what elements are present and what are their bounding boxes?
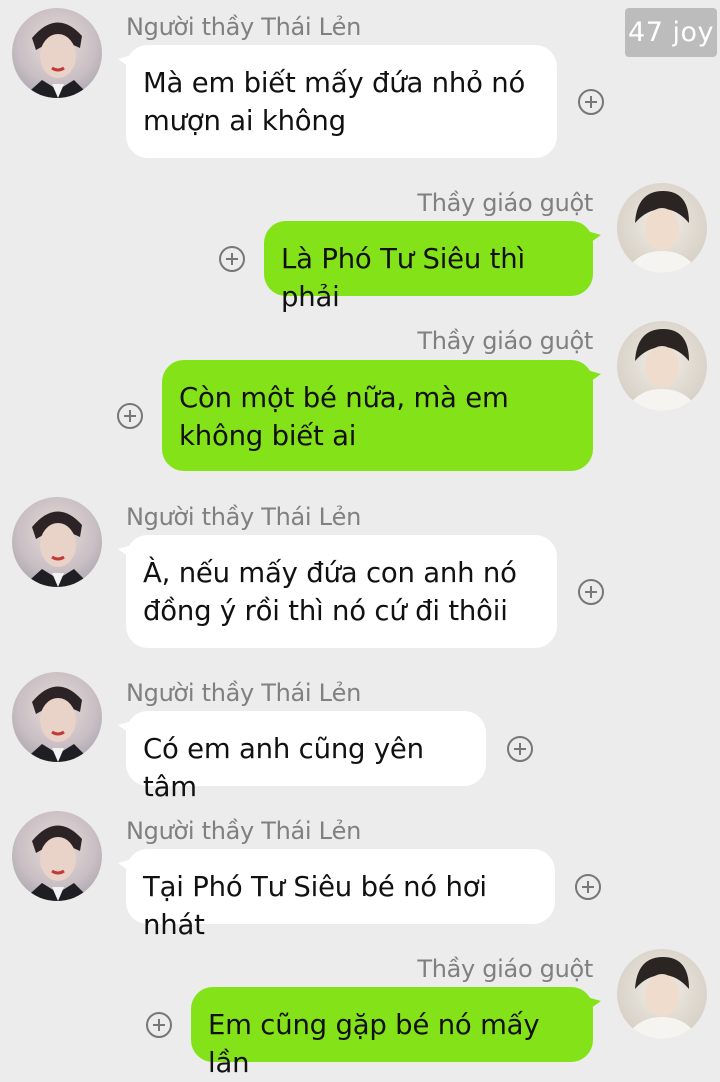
- message-bubble[interactable]: À, nếu mấy đứa con anh nó đồng ý rồi thì…: [118, 535, 557, 648]
- message-bubble[interactable]: Em cũng gặp bé nó mấy lần: [191, 987, 601, 1079]
- avatar-young-man-icon: [625, 329, 699, 411]
- avatar-young-man-icon: [625, 957, 699, 1039]
- sender-name: Người thầy Thái Lẻn: [126, 13, 362, 41]
- add-reaction-icon[interactable]: [575, 874, 601, 900]
- avatar[interactable]: [12, 8, 102, 98]
- message-bubble[interactable]: Mà em biết mấy đứa nhỏ nó mượn ai không: [118, 45, 557, 158]
- avatar[interactable]: [617, 183, 707, 273]
- avatar-man-icon: [22, 22, 92, 98]
- sender-name: Thầy giáo guột: [417, 189, 593, 217]
- add-reaction-icon[interactable]: [146, 1012, 172, 1038]
- watermark-badge: 47 joy: [625, 8, 717, 57]
- avatar[interactable]: [12, 497, 102, 587]
- avatar[interactable]: [617, 321, 707, 411]
- add-reaction-icon[interactable]: [507, 736, 533, 762]
- sender-name: Người thầy Thái Lẻn: [126, 503, 362, 531]
- sender-name: Thầy giáo guột: [417, 955, 593, 983]
- add-reaction-icon[interactable]: [117, 403, 143, 429]
- avatar[interactable]: [12, 672, 102, 762]
- avatar[interactable]: [12, 811, 102, 901]
- add-reaction-icon[interactable]: [219, 246, 245, 272]
- avatar[interactable]: [617, 949, 707, 1039]
- sender-name: Người thầy Thái Lẻn: [126, 817, 362, 845]
- add-reaction-icon[interactable]: [578, 89, 604, 115]
- message-bubble[interactable]: Còn một bé nữa, mà em không biết ai: [162, 360, 601, 471]
- avatar-man-icon: [22, 686, 92, 762]
- message-bubble[interactable]: Tại Phó Tư Siêu bé nó hơi nhát: [118, 849, 555, 941]
- avatar-man-icon: [22, 511, 92, 587]
- sender-name: Người thầy Thái Lẻn: [126, 679, 362, 707]
- sender-name: Thầy giáo guột: [417, 327, 593, 355]
- add-reaction-icon[interactable]: [578, 579, 604, 605]
- message-bubble[interactable]: Có em anh cũng yên tâm: [118, 711, 486, 803]
- avatar-man-icon: [22, 825, 92, 901]
- message-bubble[interactable]: Là Phó Tư Siêu thì phải: [264, 221, 601, 313]
- avatar-young-man-icon: [625, 191, 699, 273]
